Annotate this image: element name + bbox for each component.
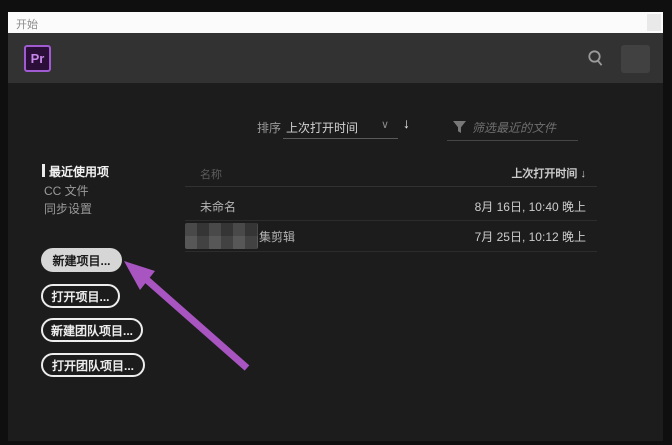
row-date: 8月 16日, 10:40 晚上 [474,200,586,214]
column-header-name[interactable]: 名称 [200,166,222,182]
new-team-project-button-label: 新建团队项目... [50,323,133,338]
chevron-down-icon[interactable]: ∨ [381,118,389,131]
open-project-button-label: 打开项目... [51,289,110,304]
row-name: 集剪辑 [259,230,296,244]
new-team-project-button[interactable]: 新建团队项目... [41,318,143,342]
new-project-button[interactable]: 新建项目... [41,248,122,272]
filter-icon [452,120,467,134]
search-button[interactable] [585,48,607,70]
censored-blur [185,223,258,249]
window-title: 开始 [16,19,38,31]
row-date: 7月 25日, 10:12 晚上 [474,230,586,244]
row-divider [185,220,597,221]
filter-input-underline [447,140,578,141]
row-divider [185,251,597,252]
sort-direction-button[interactable]: ↓ [403,115,410,131]
open-project-button[interactable]: 打开项目... [41,284,120,308]
avatar[interactable] [621,45,650,73]
header-divider [185,186,597,187]
sidebar-item-recent[interactable]: 最近使用项 [49,163,109,180]
sidebar-item-cc-files[interactable]: CC 文件 [44,182,89,199]
sort-dropdown-underline [283,138,398,139]
sidebar-item-sync-settings[interactable]: 同步设置 [44,200,92,217]
premiere-logo: Pr [24,45,51,72]
column-header-last-opened[interactable]: 上次打开时间 ↓ [384,165,586,181]
active-item-indicator [42,164,45,177]
window-control-button[interactable] [647,14,661,31]
premiere-logo-label: Pr [30,51,45,66]
filter-recent-input[interactable]: 筛选最近的文件 [472,119,556,136]
app-header [8,33,663,83]
open-team-project-button-label: 打开团队项目... [51,358,134,373]
sort-label: 排序 [257,121,282,135]
new-project-button-label: 新建项目... [52,253,111,268]
open-team-project-button[interactable]: 打开团队项目... [41,353,145,377]
sort-dropdown[interactable]: 上次打开时间 [286,119,358,136]
row-name: 未命名 [200,200,237,214]
window-titlebar [8,12,663,33]
search-icon [588,50,603,66]
